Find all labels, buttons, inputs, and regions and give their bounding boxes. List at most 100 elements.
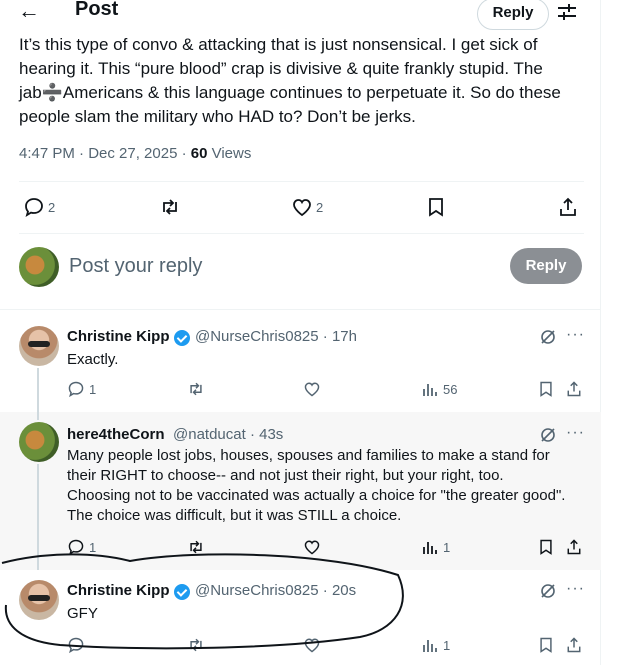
- like-action[interactable]: [303, 636, 321, 654]
- views-count: 1: [443, 539, 451, 555]
- reply-actions: 1: [67, 636, 587, 658]
- bookmark-icon: [537, 636, 555, 654]
- reply-icon: [67, 538, 85, 556]
- heart-icon: [291, 196, 313, 218]
- views-count: 56: [443, 381, 458, 397]
- reply-actions: 1 56: [67, 380, 587, 402]
- page-header: ← Post Reply: [0, 0, 601, 32]
- reply-text: Exactly.: [67, 351, 119, 368]
- verified-badge-icon: [174, 584, 190, 600]
- bookmark-action[interactable]: [537, 538, 555, 556]
- reply-handle-time[interactable]: @NurseChris0825 · 17h: [195, 328, 357, 345]
- share-action[interactable]: [565, 538, 583, 556]
- avatar[interactable]: [19, 580, 59, 620]
- more-options-icon[interactable]: ···: [566, 580, 585, 598]
- thread-line: [37, 464, 39, 570]
- avatar[interactable]: [19, 422, 59, 462]
- repost-action[interactable]: [187, 636, 205, 654]
- bookmark-icon: [537, 538, 555, 556]
- bookmark-icon: [537, 380, 555, 398]
- reply-action[interactable]: [67, 636, 85, 654]
- share-action[interactable]: [565, 380, 583, 398]
- heart-icon: [303, 380, 321, 398]
- analytics-icon: [421, 636, 439, 654]
- share-action[interactable]: [557, 193, 579, 221]
- bookmark-action[interactable]: [537, 380, 555, 398]
- reply-icon: [23, 196, 45, 218]
- views-count: 60: [190, 145, 208, 162]
- grok-icon[interactable]: [540, 329, 556, 345]
- thread-line: [37, 368, 39, 412]
- main-column: ← Post Reply It’s this type of convo & a…: [0, 0, 601, 665]
- repost-icon: [159, 196, 181, 218]
- grok-icon[interactable]: [540, 427, 556, 443]
- analytics-icon: [421, 380, 439, 398]
- views-label: Views: [207, 145, 252, 162]
- reply-author-name[interactable]: here4theCorn: [67, 426, 165, 443]
- verified-badge-icon: [174, 330, 190, 346]
- reply-icon: [67, 636, 85, 654]
- share-icon: [565, 636, 583, 654]
- reply-count: 1: [89, 539, 97, 555]
- post-text: It’s this type of convo & attacking that…: [19, 35, 561, 126]
- divider: [19, 181, 584, 182]
- reply-action[interactable]: 1: [67, 380, 96, 398]
- reply-item[interactable]: Christine Kipp @NurseChris0825 · 17h ···…: [0, 310, 601, 412]
- share-action[interactable]: [565, 636, 583, 654]
- repost-icon: [187, 380, 205, 398]
- post-actions: 2 2: [19, 193, 584, 221]
- tune-icon[interactable]: [556, 2, 578, 22]
- repost-action[interactable]: [187, 380, 205, 398]
- reply-text: Many people lost jobs, houses, spouses a…: [67, 447, 566, 524]
- thread-line: [37, 412, 39, 420]
- reply-item[interactable]: here4theCorn @natducat · 43s ··· Many pe…: [0, 412, 601, 570]
- repost-action[interactable]: [187, 538, 205, 556]
- more-options-icon[interactable]: ···: [566, 424, 585, 442]
- reply-handle-time[interactable]: @natducat · 43s: [173, 426, 283, 443]
- views-action[interactable]: 56: [421, 380, 457, 398]
- views-action[interactable]: 1: [421, 636, 450, 654]
- reply-handle-time[interactable]: @NurseChris0825 · 20s: [195, 582, 356, 599]
- reply-item[interactable]: Christine Kipp @NurseChris0825 · 20s ···…: [0, 570, 601, 665]
- like-count: 2: [316, 199, 324, 215]
- divider: [19, 233, 584, 234]
- reply-icon: [67, 380, 85, 398]
- avatar[interactable]: [19, 247, 59, 287]
- reply-actions: 1 1: [67, 538, 587, 560]
- header-reply-button[interactable]: Reply: [477, 0, 549, 30]
- share-icon: [557, 196, 579, 218]
- share-icon: [565, 380, 583, 398]
- like-action[interactable]: 2: [291, 193, 323, 221]
- reply-count: 2: [48, 199, 56, 215]
- reply-text: GFY: [67, 605, 98, 622]
- bookmark-action[interactable]: [537, 636, 555, 654]
- post-time[interactable]: 4:47 PM · Dec 27, 2025 ·: [19, 145, 191, 162]
- reply-composer: Post your reply Reply: [0, 240, 601, 302]
- reply-count: 1: [89, 381, 97, 397]
- repost-action[interactable]: [159, 193, 181, 221]
- avatar[interactable]: [19, 326, 59, 366]
- compose-reply-button[interactable]: Reply: [510, 248, 582, 284]
- bookmark-icon: [425, 196, 447, 218]
- page-title: Post: [75, 0, 119, 20]
- views-count: 1: [443, 637, 451, 653]
- reply-author-name[interactable]: Christine Kipp: [67, 328, 170, 345]
- reply-action[interactable]: 1: [67, 538, 96, 556]
- heart-icon: [303, 636, 321, 654]
- repost-icon: [187, 538, 205, 556]
- repost-icon: [187, 636, 205, 654]
- views-action[interactable]: 1: [421, 538, 450, 556]
- more-options-icon[interactable]: ···: [566, 326, 585, 344]
- reply-input[interactable]: Post your reply: [69, 255, 202, 278]
- back-arrow-icon[interactable]: ←: [18, 0, 40, 22]
- like-action[interactable]: [303, 538, 321, 556]
- reply-action[interactable]: 2: [23, 193, 55, 221]
- analytics-icon: [421, 538, 439, 556]
- grok-icon[interactable]: [540, 583, 556, 599]
- share-icon: [565, 538, 583, 556]
- heart-icon: [303, 538, 321, 556]
- bookmark-action[interactable]: [425, 193, 447, 221]
- like-action[interactable]: [303, 380, 321, 398]
- post-meta: 4:47 PM · Dec 27, 2025 · 60 Views: [19, 145, 251, 162]
- reply-author-name[interactable]: Christine Kipp: [67, 582, 170, 599]
